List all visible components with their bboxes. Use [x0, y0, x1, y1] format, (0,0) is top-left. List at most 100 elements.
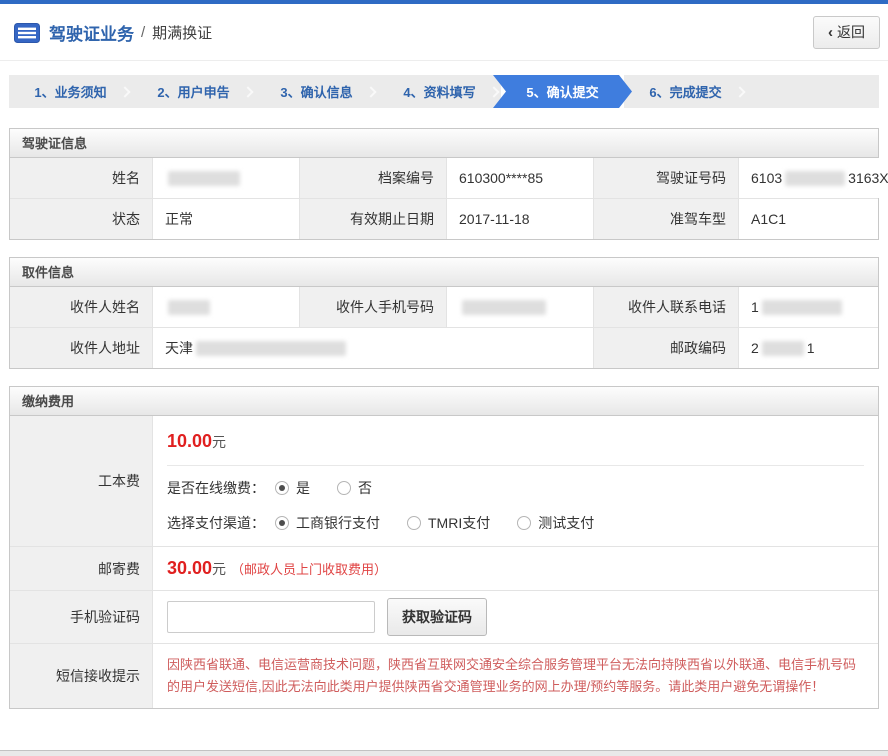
- mail-fee-content: 30.00元 （邮政人员上门收取费用）: [152, 547, 878, 590]
- fee-row-sms-tip: 短信接收提示 因陕西省联通、电信运营商技术问题，陕西省互联网交通安全综合服务管理…: [10, 643, 878, 708]
- chevron-right-icon: [365, 86, 376, 97]
- step-label: 2、用户申告: [157, 82, 229, 101]
- redacted-value: [462, 300, 546, 315]
- radio-label: TMRI支付: [428, 513, 490, 533]
- breadcrumb-separator: /: [141, 24, 145, 41]
- fees-section: 缴纳费用 工本费 10.00元 是否在线缴费： 是否 选择支付渠道： 工商银行支…: [9, 386, 879, 709]
- field-label-base-fee: 工本费: [10, 416, 152, 546]
- table-row: 状态正常有效期止日期2017-11-18准驾车型A1C1: [10, 198, 878, 239]
- header: 驾驶证业务 / 期满换证 ‹ 返回: [0, 4, 888, 61]
- value-text: 2: [751, 340, 759, 356]
- mail-fee-note: （邮政人员上门收取费用）: [231, 562, 387, 577]
- info-section: 驾驶证信息姓名档案编号610300****85驾驶证号码61033163X状态正…: [9, 128, 879, 240]
- radio-option[interactable]: 工商银行支付: [275, 513, 380, 533]
- get-captcha-button[interactable]: 获取验证码: [387, 598, 487, 636]
- table-row: 收件人地址天津邮政编码21: [10, 327, 878, 368]
- value-text: 610300****85: [459, 170, 543, 186]
- value-text: 1: [751, 299, 759, 315]
- value-text: 3163X: [848, 170, 888, 186]
- value-text: 6103: [751, 170, 782, 186]
- field-label: 收件人联系电话: [593, 287, 738, 327]
- redacted-value: [762, 300, 842, 315]
- footer: 上一步 完成: [0, 726, 888, 751]
- table-row: 姓名档案编号610300****85驾驶证号码61033163X: [10, 158, 878, 198]
- mail-fee-amount: 30.00: [167, 558, 212, 578]
- chevron-right-icon: [242, 86, 253, 97]
- field-label: 档案编号: [299, 158, 446, 198]
- radio-label: 否: [358, 478, 372, 498]
- step-2[interactable]: 2、用户申告: [132, 75, 255, 108]
- back-button[interactable]: ‹ 返回: [813, 16, 880, 49]
- fee-row-captcha: 手机验证码 获取验证码: [10, 590, 878, 643]
- steps-filler: [747, 75, 879, 108]
- chevron-right-icon: [488, 86, 499, 97]
- step-label: 5、确认提交: [526, 82, 598, 101]
- field-label: 收件人姓名: [10, 287, 152, 327]
- value-text: 正常: [165, 209, 193, 229]
- base-fee-unit: 元: [212, 434, 226, 450]
- step-label: 1、业务须知: [34, 82, 106, 101]
- field-label: 驾驶证号码: [593, 158, 738, 198]
- fee-row-base: 工本费 10.00元 是否在线缴费： 是否 选择支付渠道： 工商银行支付TMRI…: [10, 416, 878, 546]
- captcha-input[interactable]: [167, 601, 375, 633]
- step-5[interactable]: 5、确认提交: [493, 75, 632, 108]
- field-value: 6103 3163X: [738, 158, 888, 198]
- mail-fee-amount-line: 30.00元 （邮政人员上门收取费用）: [167, 547, 864, 590]
- field-value: 610300****85: [446, 158, 593, 198]
- step-label: 3、确认信息: [280, 82, 352, 101]
- info-sections: 驾驶证信息姓名档案编号610300****85驾驶证号码61033163X状态正…: [0, 128, 888, 369]
- field-value: 天津: [152, 328, 593, 368]
- field-value: 2017-11-18: [446, 199, 593, 239]
- redacted-value: [762, 341, 804, 356]
- radio-option[interactable]: 测试支付: [517, 513, 594, 533]
- step-6[interactable]: 6、完成提交: [624, 75, 747, 108]
- radio-option[interactable]: TMRI支付: [407, 513, 490, 533]
- step-1[interactable]: 1、业务须知: [9, 75, 132, 108]
- pay-channel-question-label: 选择支付渠道：: [167, 513, 265, 533]
- section-title: 取件信息: [10, 258, 878, 287]
- online-pay-radio-group: 是否: [275, 478, 399, 498]
- field-value: 正常: [152, 199, 299, 239]
- step-label: 4、资料填写: [403, 82, 475, 101]
- chevron-right-icon: [119, 86, 130, 97]
- field-label-captcha: 手机验证码: [10, 591, 152, 643]
- step-4[interactable]: 4、资料填写: [378, 75, 501, 108]
- value-text: A1C1: [751, 211, 786, 227]
- radio-option[interactable]: 否: [337, 478, 372, 498]
- field-label: 准驾车型: [593, 199, 738, 239]
- info-section: 取件信息收件人姓名收件人手机号码收件人联系电话1收件人地址天津邮政编码21: [9, 257, 879, 369]
- field-label: 姓名: [10, 158, 152, 198]
- base-fee-amount: 10.00: [167, 431, 212, 451]
- field-label-sms-tip: 短信接收提示: [10, 644, 152, 708]
- field-label-mail-fee: 邮寄费: [10, 547, 152, 590]
- redacted-value: [785, 171, 845, 186]
- step-3[interactable]: 3、确认信息: [255, 75, 378, 108]
- section-title: 驾驶证信息: [10, 129, 878, 158]
- radio-option[interactable]: 是: [275, 478, 310, 498]
- radio-icon: [275, 481, 289, 495]
- field-value: A1C1: [738, 199, 878, 239]
- field-value: 21: [738, 328, 878, 368]
- page-subtitle: 期满换证: [152, 22, 212, 43]
- page-title: 驾驶证业务: [49, 20, 134, 45]
- back-chevron-icon: ‹: [828, 24, 833, 41]
- section-title-fees: 缴纳费用: [10, 387, 878, 416]
- step-label: 6、完成提交: [649, 82, 721, 101]
- field-value: [152, 158, 299, 198]
- fee-row-mail: 邮寄费 30.00元 （邮政人员上门收取费用）: [10, 546, 878, 590]
- mail-fee-unit: 元: [212, 561, 226, 577]
- sms-tip-text: 因陕西省联通、电信运营商技术问题，陕西省互联网交通安全综合服务管理平台无法向持陕…: [167, 644, 864, 708]
- value-text: 天津: [165, 338, 193, 358]
- radio-label: 测试支付: [538, 513, 594, 533]
- online-pay-question-label: 是否在线缴费：: [167, 478, 265, 498]
- field-label: 收件人手机号码: [299, 287, 446, 327]
- base-fee-amount-line: 10.00元: [167, 416, 864, 466]
- radio-icon: [517, 516, 531, 530]
- back-button-label: 返回: [837, 22, 865, 42]
- captcha-line: 获取验证码: [167, 591, 864, 643]
- list-icon: [14, 23, 40, 43]
- field-value: [152, 287, 299, 327]
- table-row: 收件人姓名 收件人手机号码 收件人联系电话 1: [10, 287, 878, 327]
- field-label: 邮政编码: [593, 328, 738, 368]
- base-fee-content: 10.00元 是否在线缴费： 是否 选择支付渠道： 工商银行支付TMRI支付测试…: [152, 416, 878, 546]
